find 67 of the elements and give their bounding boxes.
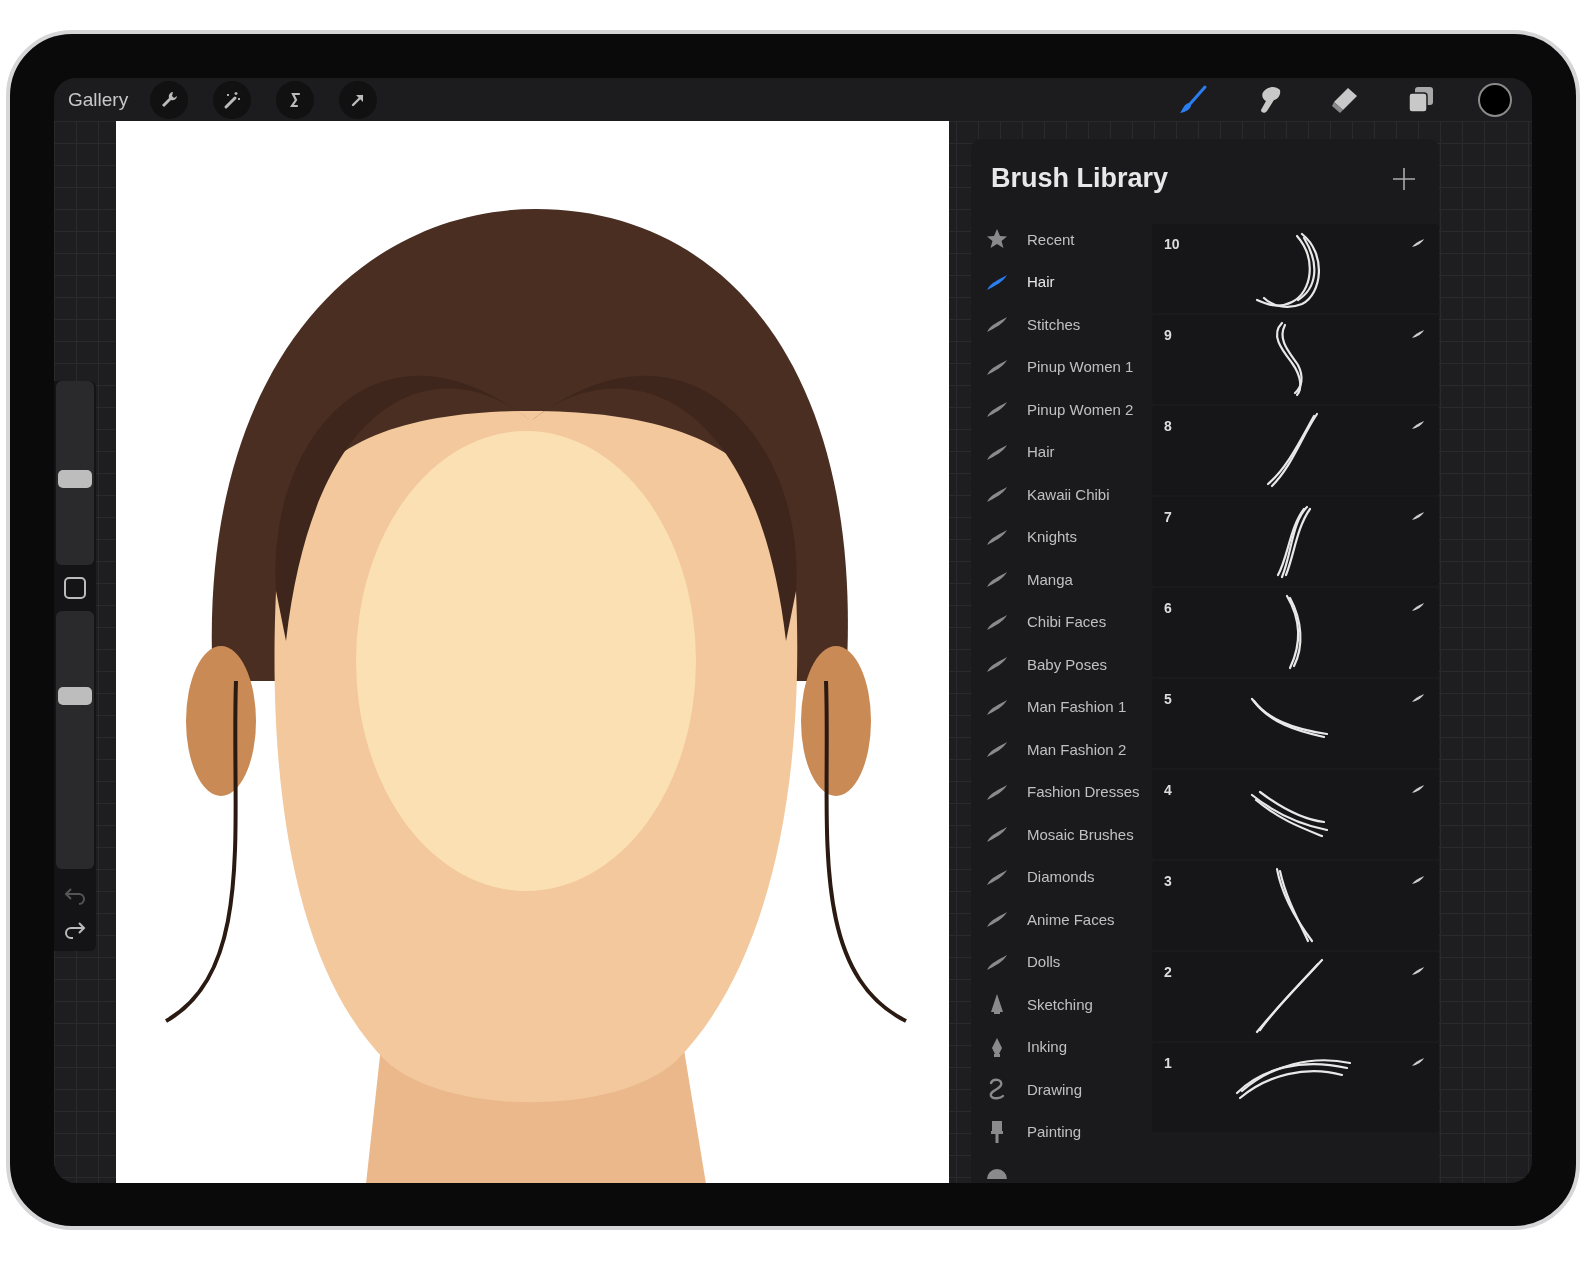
opacity-slider[interactable]: [56, 611, 94, 869]
brush-category[interactable]: Inking: [971, 1025, 1152, 1068]
undo-icon[interactable]: [63, 885, 87, 905]
brush-name: 4: [1164, 782, 1172, 798]
brush-category[interactable]: Man Fashion 1: [971, 685, 1152, 728]
brush-category[interactable]: Hair: [971, 260, 1152, 303]
brush-stroke-icon: [1411, 238, 1425, 248]
brush-name: 9: [1164, 327, 1172, 343]
brush-stroke-icon: [1411, 329, 1425, 339]
slider-thumb[interactable]: [58, 469, 92, 488]
brush-tile[interactable]: 9: [1152, 315, 1439, 404]
brush-stroke-icon: [1411, 420, 1425, 430]
brush-tile[interactable]: 5: [1152, 679, 1439, 768]
brush-category[interactable]: Hair: [971, 430, 1152, 473]
gallery-button[interactable]: Gallery: [68, 88, 129, 111]
brush-tile[interactable]: 10: [1152, 224, 1439, 313]
brush-category[interactable]: Kawaii Chibi: [971, 473, 1152, 516]
brush-stroke-icon: [1411, 511, 1425, 521]
brush-name: 1: [1164, 1055, 1172, 1071]
brush-category[interactable]: Pinup Women 2: [971, 388, 1152, 431]
brush-category[interactable]: Stitches: [971, 303, 1152, 346]
brush-stroke-icon: [1411, 693, 1425, 703]
brush-tile[interactable]: 3: [1152, 861, 1439, 950]
brush-category[interactable]: Pinup Women 1: [971, 345, 1152, 388]
selection-icon[interactable]: [276, 80, 315, 119]
brush-stroke-icon: [1411, 1057, 1425, 1067]
brush-category[interactable]: Mosaic Brushes: [971, 813, 1152, 856]
brush-category[interactable]: Sketching: [971, 983, 1152, 1026]
brush-name: 5: [1164, 691, 1172, 707]
brush-category[interactable]: Man Fashion 2: [971, 728, 1152, 771]
brush-size-slider[interactable]: [56, 381, 94, 565]
brush-category[interactable]: Recent: [971, 218, 1152, 261]
brush-name: 8: [1164, 418, 1172, 434]
brush-stroke-icon: [1411, 875, 1425, 885]
magic-wand-icon[interactable]: [213, 80, 252, 119]
slider-thumb[interactable]: [58, 687, 92, 706]
brush-category[interactable]: Knights: [971, 515, 1152, 558]
brush-tile[interactable]: 2: [1152, 952, 1439, 1041]
brush-category[interactable]: Painting: [971, 1110, 1152, 1153]
brush-tile[interactable]: 8: [1152, 406, 1439, 495]
brush-category[interactable]: Baby Poses: [971, 643, 1152, 686]
brush-category[interactable]: Fashion Dresses: [971, 770, 1152, 813]
dome-icon: [987, 1169, 1007, 1180]
brush-stroke-icon: [1411, 966, 1425, 976]
brush-name: 2: [1164, 964, 1172, 980]
add-icon[interactable]: [1391, 165, 1417, 192]
brush-category[interactable]: Drawing: [971, 1068, 1152, 1111]
brush-category[interactable]: Dolls: [971, 940, 1152, 983]
modify-button[interactable]: [64, 577, 86, 599]
brush-tile[interactable]: 7: [1152, 497, 1439, 586]
brush-name: 6: [1164, 600, 1172, 616]
brush-name: 7: [1164, 509, 1172, 525]
brush-category[interactable]: Chibi Faces: [971, 600, 1152, 643]
brush-name: 3: [1164, 873, 1172, 889]
brush-tile[interactable]: 1: [1152, 1043, 1439, 1132]
brush-stroke-icon: [1411, 784, 1425, 794]
brush-category[interactable]: Diamonds: [971, 855, 1152, 898]
brush-tile[interactable]: 6: [1152, 588, 1439, 677]
brush-category[interactable]: Manga: [971, 558, 1152, 601]
brush-category[interactable]: Anime Faces: [971, 898, 1152, 941]
color-swatch[interactable]: [1478, 82, 1512, 117]
brush-name: 10: [1164, 236, 1180, 252]
brush-tile[interactable]: 4: [1152, 770, 1439, 859]
redo-icon[interactable]: [63, 921, 87, 941]
brush-stroke-icon: [1411, 602, 1425, 612]
panel-title: Brush Library: [991, 163, 1169, 194]
wrench-icon[interactable]: [150, 80, 189, 119]
